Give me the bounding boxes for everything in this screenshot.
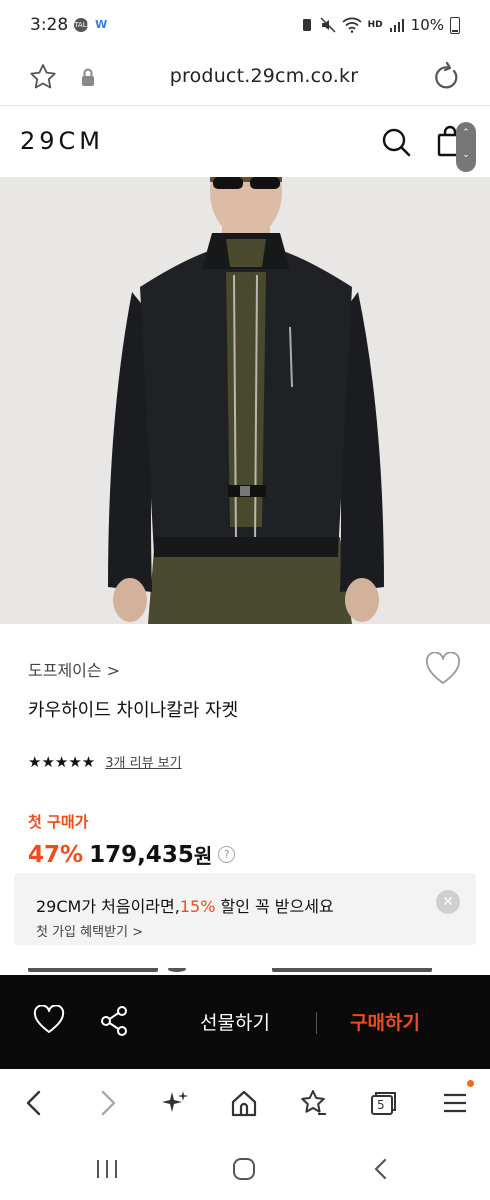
sparkle-icon[interactable]: [160, 1088, 190, 1118]
action-divider: [316, 1012, 317, 1034]
reload-icon[interactable]: [430, 61, 462, 93]
banner-headline-percent: 15%: [179, 897, 216, 916]
menu-notification-dot: [467, 1080, 474, 1087]
forward-icon[interactable]: [92, 1088, 122, 1118]
signup-coupon-banner[interactable]: 29CM가 처음이라면,15% 할인 꼭 받으세요 첫 가입 혜택받기 > ✕: [14, 873, 476, 945]
back-icon[interactable]: [20, 1088, 50, 1118]
wifi-icon: [342, 17, 362, 33]
banner-headline-suffix: 할인 꼭 받으세요: [215, 897, 334, 916]
site-logo[interactable]: 29CM: [20, 127, 104, 155]
first-purchase-label: 첫 구매가: [28, 813, 89, 831]
price-row: 47% 179,435 원 ?: [28, 840, 236, 869]
heart-icon[interactable]: [425, 652, 461, 686]
brand-link[interactable]: 도프제이슨 >: [28, 657, 120, 681]
system-back-icon[interactable]: [370, 1157, 392, 1181]
talk-notification-icon: TALK: [74, 18, 91, 32]
url-text[interactable]: product.29cm.co.kr: [0, 65, 490, 87]
recents-icon[interactable]: [94, 1158, 120, 1180]
help-icon[interactable]: ?: [218, 846, 236, 863]
purchase-action-bar: 선물하기 구매하기: [0, 975, 490, 1069]
mute-icon: [320, 17, 336, 33]
sale-price: 179,435: [89, 841, 194, 868]
gift-button[interactable]: 선물하기: [200, 1008, 270, 1035]
vibrate-icon: [302, 19, 311, 31]
tabs-count: 5: [377, 1098, 385, 1112]
banner-headline: 29CM가 처음이라면,15% 할인 꼭 받으세요: [36, 893, 334, 917]
browser-toolbar: 5: [0, 1069, 490, 1137]
scroll-handle[interactable]: ⌃ ⌄: [456, 122, 476, 172]
home-circle-icon[interactable]: [231, 1156, 257, 1182]
wishlist-heart-icon[interactable]: [33, 1005, 65, 1035]
price-unit: 원: [193, 844, 213, 868]
rating-row: ★★★★★ 3개 리뷰 보기: [28, 752, 182, 772]
banner-headline-prefix: 29CM가 처음이라면,: [36, 897, 180, 916]
home-icon[interactable]: [229, 1088, 259, 1118]
product-photo-graphic: [0, 177, 490, 624]
menu-icon[interactable]: [440, 1088, 470, 1118]
rating-stars: ★★★★★: [28, 752, 96, 771]
search-icon[interactable]: [380, 126, 412, 158]
share-icon[interactable]: [100, 1005, 130, 1037]
system-navigation-bar: [0, 1137, 490, 1200]
product-name: 카우하이드 차이나칼라 자켓: [28, 700, 239, 721]
hd-voice-icon: HD: [367, 20, 383, 30]
buy-button[interactable]: 구매하기: [350, 1008, 420, 1035]
status-right: HD 10%: [300, 16, 460, 34]
product-image[interactable]: [0, 177, 490, 624]
status-time: 3:28: [30, 15, 69, 35]
signal-icon: [389, 19, 404, 32]
battery-percent: 10%: [410, 16, 444, 34]
review-link[interactable]: 3개 리뷰 보기: [105, 752, 181, 771]
discount-rate: 47%: [28, 841, 84, 868]
browser-url-bar: product.29cm.co.kr: [0, 50, 490, 106]
close-icon[interactable]: ✕: [436, 890, 460, 914]
banner-signup-link[interactable]: 첫 가입 혜택받기 >: [36, 921, 143, 940]
status-bar: 3:28 TALK W HD 10%: [0, 0, 490, 50]
app-notification-icon: W: [95, 18, 108, 31]
site-header: 29CM: [0, 107, 490, 177]
battery-icon: [450, 16, 460, 34]
bookmark-star-icon[interactable]: [298, 1088, 328, 1118]
